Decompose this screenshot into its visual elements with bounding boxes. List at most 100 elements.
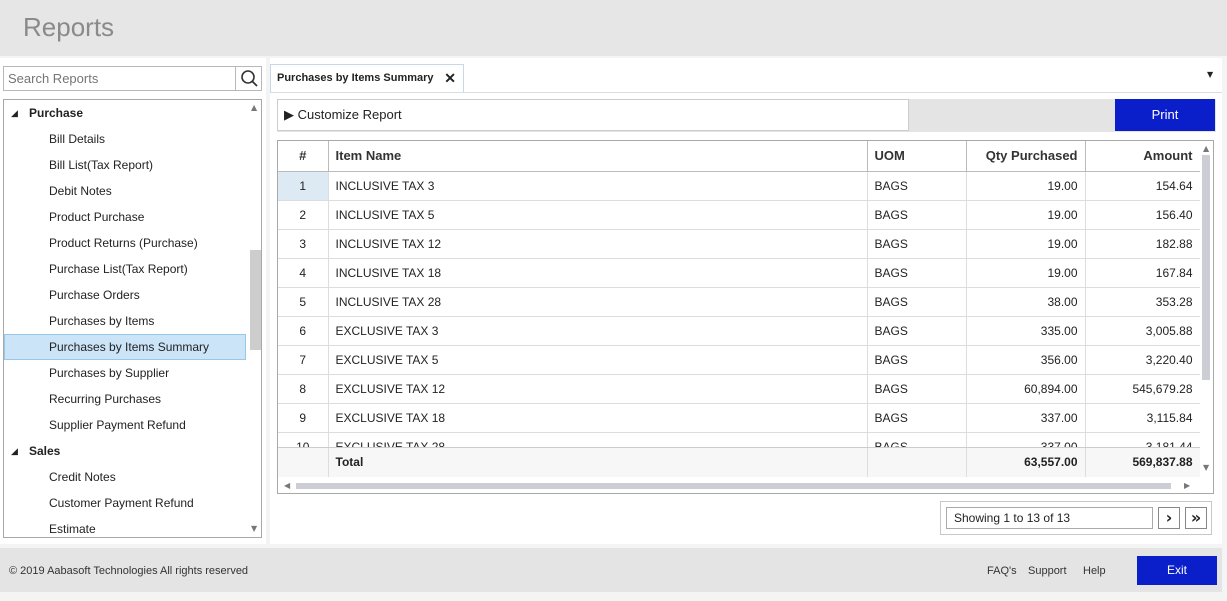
qty-purchased-cell: 38.00 [966,287,1086,317]
amount-cell: 3,115.84 [1085,403,1200,433]
faq-link[interactable]: FAQ's [987,565,1017,577]
amount-cell: 167.84 [1085,258,1200,288]
tree-group[interactable]: ◢ Sales [4,438,246,464]
tree-item[interactable]: Purchases by Supplier [4,360,246,386]
search-input[interactable] [4,67,234,90]
tree-item[interactable]: Product Purchase [4,204,246,230]
row-number-cell: 4 [278,258,329,288]
report-grid: # Item Name UOM Qty Purchased Amount 1 IN… [277,140,1214,494]
expand-arrow-icon: ▶ [284,107,294,122]
tree-item-label: Purchase List(Tax Report) [49,262,188,276]
tree-item-label: Debit Notes [49,184,112,198]
help-link[interactable]: Help [1083,565,1106,577]
total-blank [278,448,329,478]
table-row[interactable]: 5 INCLUSIVE TAX 28 BAGS 38.00 353.28 [278,287,1200,317]
col-header-number[interactable]: # [278,141,329,172]
tab-dropdown-icon[interactable]: ▼ [1207,70,1213,79]
tree-item-label: Product Purchase [49,210,145,224]
tree-item[interactable]: Bill Details [4,126,246,152]
tree-item-label: Purchase Orders [49,288,140,302]
close-icon[interactable]: ✕ [444,65,456,91]
tree-item-label: Recurring Purchases [49,392,162,406]
total-uom-blank [867,448,967,478]
item-name-cell: EXCLUSIVE TAX 12 [328,374,868,404]
table-row[interactable]: 1 INCLUSIVE TAX 3 BAGS 19.00 154.64 [278,171,1200,201]
collapse-triangle-icon[interactable]: ◢ [11,100,18,126]
col-header-uom[interactable]: UOM [867,141,967,172]
grid-horizontal-thumb[interactable] [296,483,1171,489]
col-header-qty-purchased[interactable]: Qty Purchased [966,141,1086,172]
tree-item-label: Purchase [29,106,84,120]
table-row[interactable]: 6 EXCLUSIVE TAX 3 BAGS 335.00 3,005.88 [278,316,1200,346]
table-row[interactable]: 8 EXCLUSIVE TAX 12 BAGS 60,894.00 545,679.28 [278,374,1200,404]
table-row[interactable]: 4 INCLUSIVE TAX 18 BAGS 19.00 167.84 [278,258,1200,288]
table-row[interactable]: 3 INCLUSIVE TAX 12 BAGS 19.00 182.88 [278,229,1200,259]
copyright: © 2019 Aabasoft Technologies All rights … [9,565,249,577]
tree-item[interactable]: Purchases by Items Summary [4,334,246,360]
uom-cell: BAGS [867,287,967,317]
tree-item[interactable]: Estimate [4,516,246,537]
amount-cell: 353.28 [1085,287,1200,317]
tab-label: Purchases by Items Summary [277,72,434,84]
scroll-left-icon[interactable]: ◀ [284,481,290,490]
tree-item[interactable]: Bill List(Tax Report) [4,152,246,178]
item-name-cell: EXCLUSIVE TAX 18 [328,403,868,433]
uom-cell: BAGS [867,374,967,404]
row-number-cell: 9 [278,403,329,433]
scroll-up-icon[interactable]: ▲ [1203,144,1209,153]
uom-cell: BAGS [867,200,967,230]
col-header-item-name[interactable]: Item Name [328,141,868,172]
report-tree: ◢ Purchase Bill Details Bill List(Tax Repor… [3,99,262,538]
tab-divider [270,92,1222,93]
row-number-cell: 7 [278,345,329,375]
scroll-down-icon[interactable]: ▼ [251,524,257,533]
last-page-button[interactable]: » [1185,507,1207,529]
tree-item[interactable]: Recurring Purchases [4,386,246,412]
total-amount: 569,837.88 [1085,448,1201,478]
tree-group[interactable]: ◢ Purchase [4,100,246,126]
table-row[interactable]: 10 EXCLUSIVE TAX 28 BAGS 337.00 3,181.44 [278,432,1200,447]
tree-item[interactable]: Credit Notes [4,464,246,490]
row-number-cell: 5 [278,287,329,317]
tree-item[interactable]: Purchase List(Tax Report) [4,256,246,282]
uom-cell: BAGS [867,403,967,433]
tree-item[interactable]: Debit Notes [4,178,246,204]
qty-purchased-cell: 19.00 [966,229,1086,259]
scroll-down-icon[interactable]: ▼ [1203,463,1209,472]
total-row: Total 63,557.00 569,837.88 [278,447,1201,478]
qty-purchased-cell: 60,894.00 [966,374,1086,404]
tree-item-label: Bill List(Tax Report) [49,158,154,172]
table-row[interactable]: 9 EXCLUSIVE TAX 18 BAGS 337.00 3,115.84 [278,403,1200,433]
tree-item-label: Credit Notes [49,470,116,484]
tree-item[interactable]: Purchase Orders [4,282,246,308]
tree-item[interactable]: Purchases by Items [4,308,246,334]
next-page-button[interactable]: › [1158,507,1180,529]
qty-purchased-cell: 356.00 [966,345,1086,375]
tree-scroll-thumb[interactable] [250,250,261,350]
uom-cell: BAGS [867,229,967,259]
scroll-right-icon[interactable]: ▶ [1184,481,1190,490]
grid-vertical-thumb[interactable] [1202,155,1210,380]
uom-cell: BAGS [867,432,967,447]
col-header-amount[interactable]: Amount [1085,141,1200,172]
table-row[interactable]: 2 INCLUSIVE TAX 5 BAGS 19.00 156.40 [278,200,1200,230]
print-button[interactable]: Print [1115,99,1215,131]
total-label: Total [328,448,868,478]
support-link[interactable]: Support [1028,565,1067,577]
collapse-triangle-icon[interactable]: ◢ [11,438,18,464]
item-name-cell: INCLUSIVE TAX 5 [328,200,868,230]
qty-purchased-cell: 19.00 [966,258,1086,288]
customize-report-toggle[interactable]: ▶ Customize Report [277,99,909,131]
scroll-up-icon[interactable]: ▲ [251,103,257,112]
search-button[interactable] [235,67,261,90]
qty-purchased-cell: 335.00 [966,316,1086,346]
qty-purchased-cell: 337.00 [966,403,1086,433]
exit-button[interactable]: Exit [1137,556,1217,585]
uom-cell: BAGS [867,345,967,375]
table-row[interactable]: 7 EXCLUSIVE TAX 5 BAGS 356.00 3,220.40 [278,345,1200,375]
tree-item[interactable]: Supplier Payment Refund [4,412,246,438]
item-name-cell: INCLUSIVE TAX 28 [328,287,868,317]
tab-purchases-by-items-summary[interactable]: Purchases by Items Summary ✕ [270,64,464,92]
tree-item[interactable]: Product Returns (Purchase) [4,230,246,256]
tree-item[interactable]: Customer Payment Refund [4,490,246,516]
